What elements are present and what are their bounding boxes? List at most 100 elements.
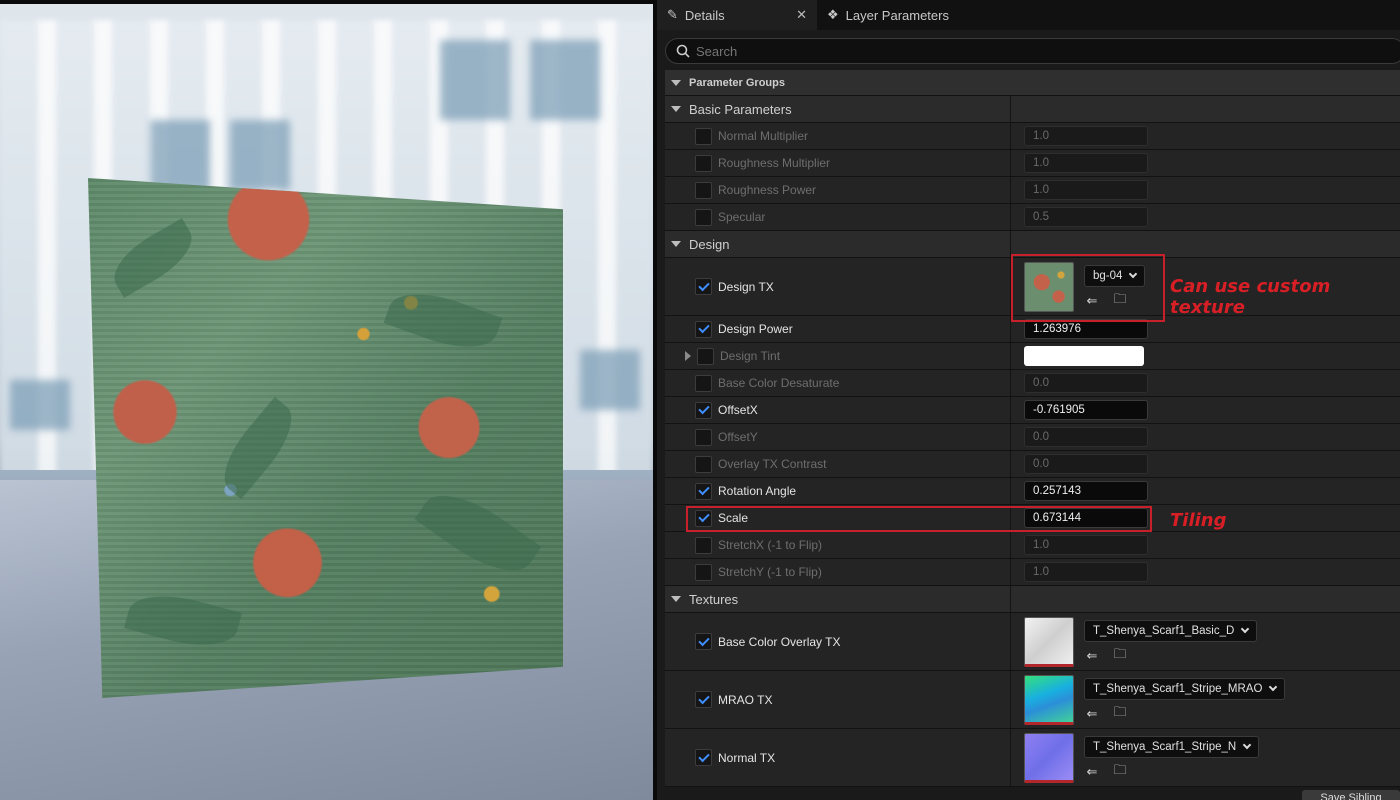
texture-thumbnail[interactable] xyxy=(1024,616,1074,667)
collapse-arrow-icon[interactable] xyxy=(671,106,681,112)
param-label: OffsetY xyxy=(718,430,758,444)
param-checkbox[interactable] xyxy=(695,749,712,766)
texture-asset-dropdown[interactable]: T_Shenya_Scarf1_Basic_D xyxy=(1084,619,1258,642)
browse-folder-icon[interactable]: 🗀 xyxy=(1112,646,1128,664)
asset-name: T_Shenya_Scarf1_Basic_D xyxy=(1093,624,1235,637)
param-value-field[interactable]: 1.0 xyxy=(1024,180,1148,200)
save-sibling-button[interactable]: Save Sibling xyxy=(1302,790,1400,800)
browse-folder-icon[interactable]: 🗀 xyxy=(1112,704,1128,722)
param-checkbox[interactable] xyxy=(695,181,712,199)
param-label: OffsetX xyxy=(718,403,758,417)
tab-layer-parameters[interactable]: ❖ Layer Parameters xyxy=(817,0,959,30)
texture-row: Normal TX T_Shenya_Scarf1_Stripe_N ⇐ 🗀 xyxy=(665,729,1400,787)
annotation-box-design-tx xyxy=(1011,254,1165,322)
param-checkbox[interactable] xyxy=(695,536,712,554)
param-label: Normal TX xyxy=(718,750,776,765)
param-row: StretchX (-1 to Flip) 1.0 xyxy=(665,532,1400,559)
param-checkbox[interactable] xyxy=(697,347,714,365)
expand-arrow-icon[interactable] xyxy=(685,351,691,361)
use-selected-icon[interactable]: ⇐ xyxy=(1084,764,1100,780)
param-checkbox[interactable] xyxy=(695,278,712,295)
chevron-down-icon xyxy=(1241,624,1250,634)
close-icon[interactable]: ✕ xyxy=(796,7,807,23)
param-label: Specular xyxy=(718,210,766,224)
param-value-field[interactable]: -0.761905 xyxy=(1024,400,1148,420)
browse-folder-icon[interactable]: 🗀 xyxy=(1112,762,1128,780)
texture-row: MRAO TX T_Shenya_Scarf1_Stripe_MRAO ⇐ 🗀 xyxy=(665,671,1400,729)
param-value-field[interactable]: 1.0 xyxy=(1024,153,1148,173)
param-checkbox[interactable] xyxy=(695,320,712,338)
building-window xyxy=(10,380,70,430)
param-row: Base Color Desaturate 0.0 xyxy=(665,370,1400,397)
param-checkbox[interactable] xyxy=(695,208,712,226)
param-label: Design Power xyxy=(718,322,793,336)
leaf-pattern xyxy=(124,584,242,657)
group-textures[interactable]: Textures xyxy=(665,586,1400,613)
param-value-field[interactable]: 0.5 xyxy=(1024,207,1148,227)
search-icon xyxy=(676,44,690,58)
param-row: OffsetY 0.0 xyxy=(665,424,1400,451)
group-label: Basic Parameters xyxy=(689,101,792,117)
param-checkbox[interactable] xyxy=(695,428,712,446)
leaf-pattern xyxy=(414,478,542,588)
search-input[interactable] xyxy=(696,43,1296,59)
param-value-field[interactable]: 0.257143 xyxy=(1024,481,1148,501)
collapse-arrow-icon[interactable] xyxy=(671,596,681,602)
texture-thumbnail[interactable] xyxy=(1024,674,1074,725)
tab-details[interactable]: ✎ Details ✕ xyxy=(657,0,817,30)
scarf-fabric-preview xyxy=(88,178,563,698)
annotation-custom-texture: Can use custom texture xyxy=(1170,276,1331,318)
group-label: Design xyxy=(689,236,730,252)
building-window xyxy=(150,120,210,190)
leaf-pattern xyxy=(210,396,306,500)
param-checkbox[interactable] xyxy=(695,455,712,473)
param-value-field[interactable]: 0.0 xyxy=(1024,373,1148,393)
texture-asset-dropdown[interactable]: T_Shenya_Scarf1_Stripe_MRAO xyxy=(1084,677,1286,700)
collapse-arrow-icon[interactable] xyxy=(671,241,681,247)
param-value-field[interactable]: 1.263976 xyxy=(1024,319,1148,339)
group-basic-parameters[interactable]: Basic Parameters xyxy=(665,96,1400,123)
param-value-field[interactable]: 1.0 xyxy=(1024,126,1148,146)
param-checkbox[interactable] xyxy=(695,374,712,392)
param-row: Overlay TX Contrast 0.0 xyxy=(665,451,1400,478)
viewport[interactable] xyxy=(0,0,653,800)
param-label: Normal Multiplier xyxy=(718,129,809,143)
param-row: Specular 0.5 xyxy=(665,204,1400,231)
chevron-down-icon xyxy=(1269,682,1278,692)
param-row: Roughness Power 1.0 xyxy=(665,177,1400,204)
group-label: Textures xyxy=(689,591,739,607)
texture-thumbnail[interactable] xyxy=(1024,732,1074,783)
texture-row: Base Color Overlay TX T_Shenya_Scarf1_Ba… xyxy=(665,613,1400,671)
tab-label: Layer Parameters xyxy=(845,7,949,23)
param-label: Rotation Angle xyxy=(718,484,797,498)
param-label: MRAO TX xyxy=(718,692,773,707)
param-checkbox[interactable] xyxy=(695,401,712,419)
param-row: Normal Multiplier 1.0 xyxy=(665,123,1400,150)
param-checkbox[interactable] xyxy=(695,633,712,650)
leaf-pattern xyxy=(104,218,202,298)
param-value-field[interactable]: 0.0 xyxy=(1024,427,1148,447)
param-value-field[interactable]: 1.0 xyxy=(1024,535,1148,555)
param-label: StretchY (-1 to Flip) xyxy=(718,565,822,579)
param-checkbox[interactable] xyxy=(695,154,712,172)
collapse-arrow-icon[interactable] xyxy=(671,79,681,86)
param-checkbox[interactable] xyxy=(695,691,712,708)
texture-asset-dropdown[interactable]: T_Shenya_Scarf1_Stripe_N xyxy=(1084,735,1260,758)
param-checkbox[interactable] xyxy=(695,563,712,581)
param-checkbox[interactable] xyxy=(695,482,712,500)
param-checkbox[interactable] xyxy=(695,127,712,145)
use-selected-icon[interactable]: ⇐ xyxy=(1084,706,1100,722)
building-window xyxy=(530,40,600,120)
param-label: Roughness Power xyxy=(718,183,817,197)
param-value-field[interactable]: 1.0 xyxy=(1024,562,1148,582)
building-window xyxy=(440,40,510,120)
color-swatch[interactable] xyxy=(1024,346,1144,366)
param-row: StretchY (-1 to Flip) 1.0 xyxy=(665,559,1400,586)
parameter-groups-header[interactable]: Parameter Groups xyxy=(665,70,1400,96)
param-value-field[interactable]: 0.0 xyxy=(1024,454,1148,474)
layers-icon: ❖ xyxy=(827,7,839,22)
search-bar[interactable] xyxy=(665,38,1400,64)
asset-name: T_Shenya_Scarf1_Stripe_N xyxy=(1093,740,1237,753)
use-selected-icon[interactable]: ⇐ xyxy=(1084,648,1100,664)
tab-bar: ✎ Details ✕ ❖ Layer Parameters xyxy=(657,0,1400,30)
